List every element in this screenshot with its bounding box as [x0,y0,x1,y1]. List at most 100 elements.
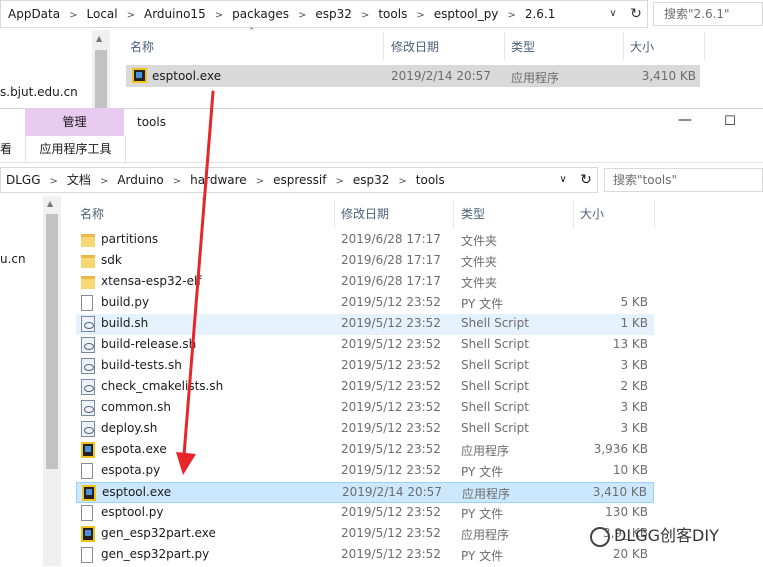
column-divider[interactable] [573,200,574,228]
front-address-bar[interactable]: DLGG > 文档 > Arduino > hardware > espressif > esp32… [0,167,598,193]
file-row[interactable]: build-tests.sh 2019/5/12 23:52 Shell Scrip… [76,356,654,377]
column-divider[interactable] [383,32,384,60]
file-type: 应用程序 [462,487,511,501]
refresh-icon[interactable]: ↻ [575,168,597,192]
file-row[interactable]: build.sh 2019/5/12 23:52 Shell Script 1 KB [76,314,654,335]
window-title: tools [137,115,166,129]
chevron-down-icon[interactable]: ∨ [603,1,623,27]
chevron-right-icon: > [99,176,109,187]
column-divider[interactable] [453,200,454,228]
back-nav-scrollbar[interactable]: ▲ [92,30,110,110]
back-column-size[interactable]: 大小 [630,38,654,55]
back-column-type[interactable]: 类型 [511,38,535,55]
file-row[interactable]: xtensa-esp32-elf 2019/6/28 17:17 文件夹 [76,272,654,293]
back-crumb[interactable]: 2.6.1 [522,1,559,27]
scroll-up-icon[interactable]: ▲ [96,34,102,43]
back-address-bar[interactable]: AppData > Local > Arduino15 > packages > esp32 > t… [0,0,648,28]
file-type: Shell Script [461,400,529,414]
back-crumb[interactable]: esp32 [312,1,355,27]
front-crumb[interactable]: hardware [187,168,250,192]
chevron-right-icon: > [507,10,516,21]
file-name: build-tests.sh [101,358,182,372]
front-crumb[interactable]: 文档 [64,168,94,192]
file-type: Shell Script [461,316,529,330]
chevron-right-icon: > [69,10,78,21]
file-type: Shell Script [461,337,529,351]
file-row[interactable]: build.py 2019/5/12 23:52 PY 文件 5 KB [76,293,654,314]
file-type: 文件夹 [461,276,498,290]
ribbon-app-tools[interactable]: 应用程序工具 [25,136,126,162]
minimize-button[interactable]: — [670,110,700,134]
scroll-thumb[interactable] [95,50,107,110]
front-column-size[interactable]: 大小 [580,205,604,222]
file-row[interactable]: esptool.exe 2019/2/14 20:57 应用程序 3,410 KB [76,482,654,503]
file-name: esptool.py [101,505,164,519]
file-type: Shell Script [461,358,529,372]
file-row[interactable]: esptool.py 2019/5/12 23:52 PY 文件 130 KB [76,503,654,524]
back-nav-item[interactable]: s.bjut.edu.cn [0,85,78,99]
file-row[interactable]: espota.exe 2019/5/12 23:52 应用程序 3,936 KB [76,440,654,461]
back-column-date[interactable]: 修改日期 [391,38,439,55]
front-crumb[interactable]: tools [413,168,448,192]
front-crumb[interactable]: esp32 [350,168,393,192]
scroll-thumb[interactable] [46,214,58,469]
chevron-down-icon[interactable]: ∨ [553,168,573,192]
ribbon-tab-manage[interactable]: 管理 [25,108,124,136]
column-divider[interactable] [504,32,505,60]
front-crumb[interactable]: DLGG [3,168,44,192]
front-column-date[interactable]: 修改日期 [341,205,389,222]
chevron-right-icon: > [172,176,182,187]
file-date: 2019/6/28 17:17 [341,253,441,267]
document-icon [81,505,93,521]
refresh-icon[interactable]: ↻ [625,1,647,27]
file-row[interactable]: espota.py 2019/5/12 23:52 PY 文件 10 KB [76,461,654,482]
back-crumb[interactable]: packages [229,1,292,27]
back-search-input[interactable]: 搜索"2.6.1" [653,2,763,26]
file-row[interactable]: gen_esp32part.py 2019/5/12 23:52 PY 文件 20 K… [76,545,654,566]
front-column-type[interactable]: 类型 [461,205,485,222]
front-crumb[interactable]: espressif [270,168,329,192]
file-row[interactable]: partitions 2019/6/28 17:17 文件夹 [76,230,654,251]
file-type: 应用程序 [461,444,510,458]
front-nav-scrollbar[interactable]: ▲ [43,196,61,566]
file-name: deploy.sh [101,421,158,435]
back-crumb[interactable]: tools [375,1,410,27]
sort-ascending-icon: ⌄ [200,193,208,203]
file-row[interactable]: gen_esp32part.exe 2019/5/12 23:52 应用程序 3,9_… [76,524,654,545]
ribbon-tab-view[interactable]: 看 [0,136,12,162]
back-crumb[interactable]: Arduino15 [141,1,209,27]
file-row[interactable]: check_cmakelists.sh 2019/5/12 23:52 Shell … [76,377,654,398]
front-nav-item[interactable]: u.cn [0,252,26,266]
back-crumb[interactable]: Local [84,1,121,27]
file-row[interactable]: deploy.sh 2019/5/12 23:52 Shell Script 3 KB [76,419,654,440]
file-type: PY 文件 [461,549,504,563]
front-crumb[interactable]: Arduino [114,168,166,192]
document-icon [81,547,93,563]
shell-script-icon [81,400,95,416]
maximize-button[interactable]: ☐ [715,110,745,134]
file-row[interactable]: sdk 2019/6/28 17:17 文件夹 [76,251,654,272]
chevron-right-icon: > [49,176,58,187]
scroll-up-icon[interactable]: ▲ [47,199,53,208]
file-size: 3,410 KB [592,485,647,499]
back-crumb[interactable]: AppData [5,1,63,27]
file-size: 3 KB [620,400,648,414]
file-name: esptool.exe [102,485,172,499]
wechat-logo-icon [590,526,610,547]
chevron-right-icon: > [398,176,407,187]
column-divider[interactable] [704,32,705,60]
chevron-right-icon: > [335,176,344,187]
back-column-name[interactable]: 名称 [130,38,154,55]
front-search-input[interactable]: 搜索"tools" [604,168,763,192]
file-row[interactable]: build-release.sh 2019/5/12 23:52 Shell Scr… [76,335,654,356]
column-divider[interactable] [334,200,335,228]
file-row[interactable]: common.sh 2019/5/12 23:52 Shell Script 3 KB [76,398,654,419]
back-file-size: 3,410 KB [641,69,696,83]
shell-script-icon [81,358,95,374]
file-date: 2019/5/12 23:52 [341,295,441,309]
column-divider[interactable] [654,200,655,228]
back-crumb[interactable]: esptool_py [431,1,502,27]
file-name: espota.py [101,463,161,477]
front-column-name[interactable]: 名称 [80,205,104,222]
column-divider[interactable] [623,32,624,60]
